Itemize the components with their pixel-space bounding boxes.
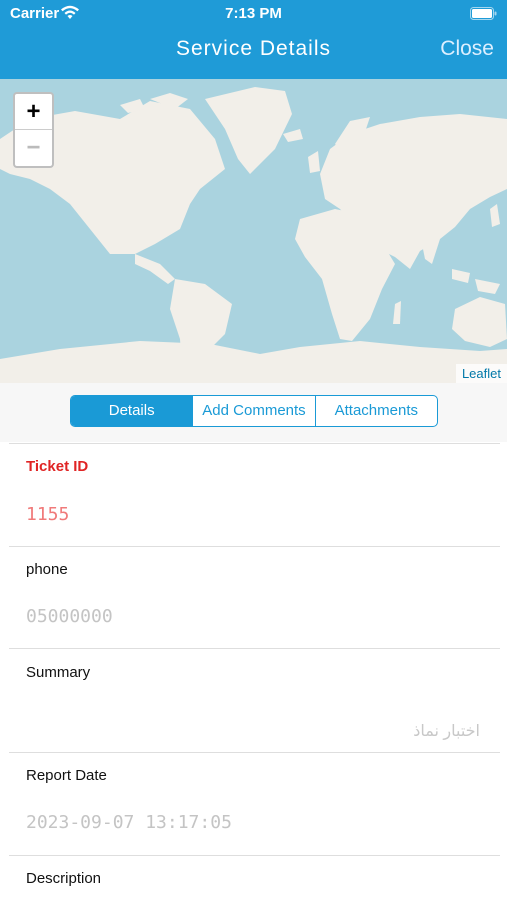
- summary-field: Summary اختبار نماذ: [9, 649, 500, 753]
- zoom-out-button[interactable]: −: [15, 130, 52, 166]
- world-map-tiles: [0, 87, 507, 383]
- zoom-in-button[interactable]: +: [15, 94, 52, 130]
- tab-details[interactable]: Details: [71, 396, 193, 426]
- ticket-id-value: 1155: [26, 504, 70, 525]
- tab-add-comments[interactable]: Add Comments: [192, 396, 314, 426]
- report-date-field: Report Date 2023-09-07 13:17:05: [9, 753, 500, 856]
- status-time: 7:13 PM: [225, 5, 282, 22]
- report-date-label: Report Date: [26, 767, 107, 784]
- ticket-id-label: Ticket ID: [26, 458, 89, 475]
- map-view[interactable]: + − Leaflet: [0, 79, 507, 383]
- top-header: Carrier 7:13 PM Service Details Close: [0, 0, 507, 79]
- zoom-control: + −: [13, 92, 54, 168]
- ticket-id-field: Ticket ID 1155: [9, 443, 500, 547]
- description-label: Description: [26, 870, 102, 887]
- summary-label: Summary: [26, 664, 91, 681]
- phone-field: phone 05000000: [9, 547, 500, 649]
- page-title: Service Details: [175, 37, 332, 60]
- status-bar: Carrier 7:13 PM: [0, 0, 507, 28]
- battery-icon: [470, 7, 497, 20]
- description-field: Description: [9, 856, 500, 900]
- tab-attachments[interactable]: Attachments: [314, 396, 437, 426]
- segmented-control: Details Add Comments Attachments: [70, 395, 438, 427]
- close-button[interactable]: Close: [440, 37, 494, 61]
- phone-value: 05000000: [26, 606, 113, 627]
- summary-value: اختبار نماذ: [413, 723, 480, 740]
- tab-bar: Details Add Comments Attachments: [0, 383, 507, 442]
- phone-label: phone: [26, 561, 68, 578]
- map-attribution-link[interactable]: Leaflet: [455, 364, 507, 383]
- report-date-value: 2023-09-07 13:17:05: [26, 812, 232, 833]
